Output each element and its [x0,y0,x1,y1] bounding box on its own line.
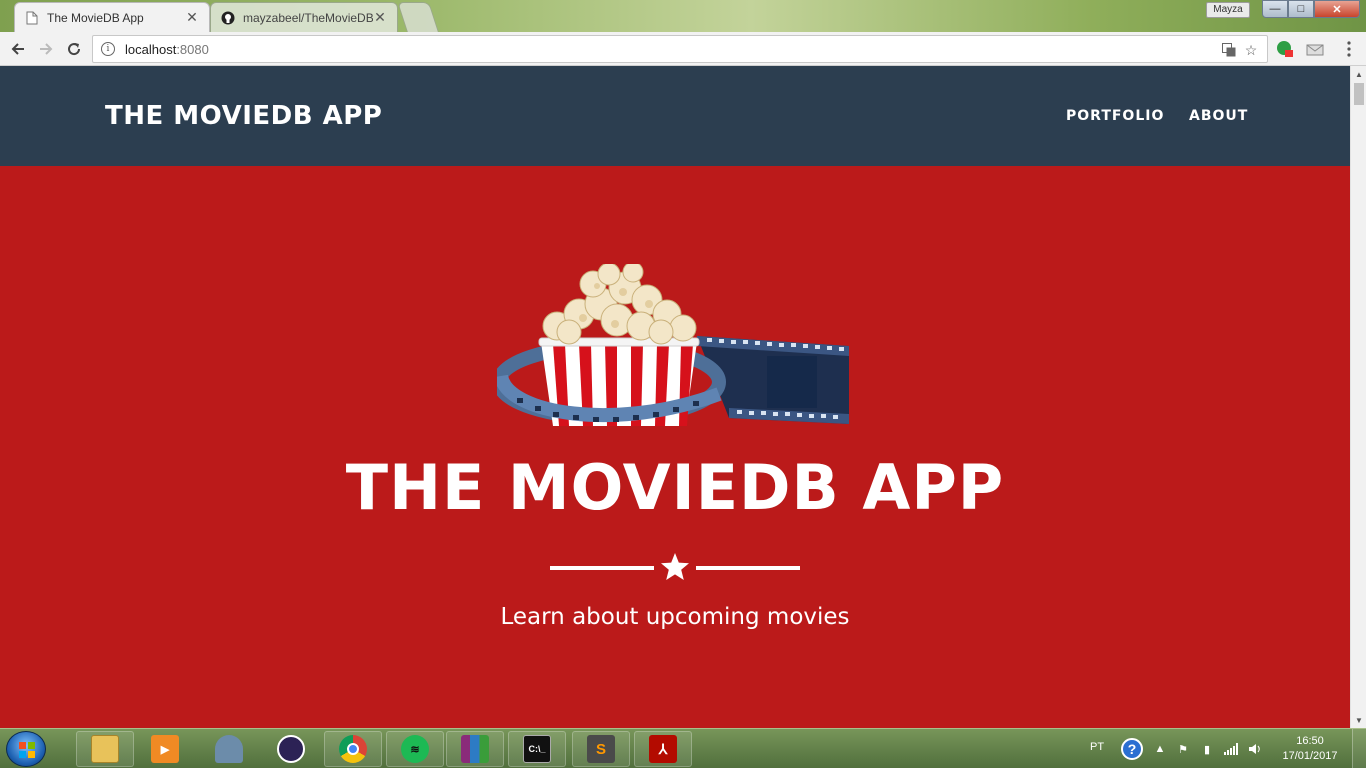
language-indicator[interactable]: PT [1090,741,1104,753]
taskbar-eclipse[interactable] [262,731,320,767]
github-icon [221,11,235,25]
browser-tab-strip: The MovieDB App ✕ mayzabeel/TheMovieDB ✕… [0,0,1366,32]
browser-toolbar: i localhost:8080 ☆ [0,32,1366,66]
hero-subtitle: Learn about upcoming movies [500,604,850,630]
star-icon [661,553,689,580]
page-icon [25,11,39,25]
taskbar-media-player[interactable]: ▶ [136,731,194,767]
reload-icon[interactable] [62,37,86,61]
network-signal-icon[interactable] [1224,742,1238,756]
back-arrow-icon[interactable] [6,37,30,61]
bookmark-star-icon[interactable]: ☆ [1243,42,1259,58]
start-button[interactable] [6,731,46,767]
taskbar-acrobat[interactable]: ⅄ [634,731,692,767]
new-tab-button[interactable] [397,2,439,32]
taskbar-terminal[interactable]: C:\_ [508,731,566,767]
popcorn-filmstrip-image [497,264,849,426]
windows-taskbar: ▶ ≋ C:\_ S ⅄ PT ? ▲ ⚑ ▮ 16:50 17/01/2017 [0,728,1366,768]
action-center-flag-icon[interactable]: ⚑ [1176,742,1190,756]
windows-logo-icon [19,742,35,758]
site-navbar: THE MOVIEDB APP PORTFOLIO ABOUT [0,66,1350,166]
volume-icon[interactable] [1248,742,1262,756]
tab-title: The MovieDB App [47,10,144,25]
help-icon[interactable]: ? [1121,738,1143,760]
system-clock[interactable]: 16:50 17/01/2017 [1278,734,1342,764]
window-close-button[interactable]: ✕ [1314,0,1360,18]
url-host: localhost [125,41,177,57]
sublime-text-icon: S [587,735,615,763]
scroll-up-arrow-icon[interactable]: ▲ [1351,66,1366,82]
nav-link-portfolio[interactable]: PORTFOLIO [1066,108,1164,124]
spotify-icon: ≋ [401,735,429,763]
divider-line-left [550,566,654,570]
window-maximize-button[interactable]: □ [1288,0,1314,18]
tab-close-icon[interactable]: ✕ [185,9,199,26]
star-divider [550,552,800,582]
extension-icon[interactable] [1276,40,1294,58]
acrobat-icon: ⅄ [649,735,677,763]
tab-title: mayzabeel/TheMovieDB [243,10,373,25]
page-viewport: THE MOVIEDB APP PORTFOLIO ABOUT THE MOVI… [0,66,1350,728]
connector-icon [215,735,243,763]
winrar-icon [461,735,489,763]
power-icon[interactable]: ▮ [1200,742,1214,756]
forward-arrow-icon[interactable] [34,37,58,61]
hero-section: THE MOVIEDB APP Learn about upcoming mov… [0,166,1350,728]
nav-link-about[interactable]: ABOUT [1189,108,1248,124]
taskbar-connector[interactable] [200,731,258,767]
hero-title: THE MOVIEDB APP [345,451,1005,524]
browser-tab-github[interactable]: mayzabeel/TheMovieDB ✕ [210,2,398,32]
clock-time: 16:50 [1296,735,1324,747]
taskbar-sublime-text[interactable]: S [572,731,630,767]
taskbar-chrome[interactable] [324,731,382,767]
file-explorer-icon [91,735,119,763]
translate-icon[interactable] [1221,42,1237,58]
page-scrollbar[interactable]: ▲ ▼ [1350,66,1366,728]
browser-tab-active[interactable]: The MovieDB App ✕ [14,2,210,32]
taskbar-winrar[interactable] [446,731,504,767]
chrome-icon [339,735,367,763]
show-desktop-button[interactable] [1352,729,1366,768]
taskbar-file-explorer[interactable] [76,731,134,767]
taskbar-spotify[interactable]: ≋ [386,731,444,767]
url-port: :8080 [176,41,209,57]
profile-button[interactable]: Mayza [1206,2,1250,18]
terminal-icon: C:\_ [523,735,551,763]
site-brand[interactable]: THE MOVIEDB APP [105,101,382,131]
clock-date: 17/01/2017 [1282,750,1338,762]
browser-menu-icon[interactable] [1340,40,1358,58]
media-player-icon: ▶ [151,735,179,763]
window-minimize-button[interactable]: — [1262,0,1288,18]
mail-extension-icon[interactable] [1306,40,1324,58]
eclipse-icon [277,735,305,763]
divider-line-right [696,566,800,570]
show-hidden-icons-icon[interactable]: ▲ [1153,742,1167,756]
tab-close-icon[interactable]: ✕ [373,9,387,26]
scrollbar-thumb[interactable] [1354,83,1364,105]
site-info-icon[interactable]: i [101,42,115,56]
address-bar[interactable]: i localhost:8080 ☆ [92,35,1268,63]
scroll-down-arrow-icon[interactable]: ▼ [1351,712,1366,728]
